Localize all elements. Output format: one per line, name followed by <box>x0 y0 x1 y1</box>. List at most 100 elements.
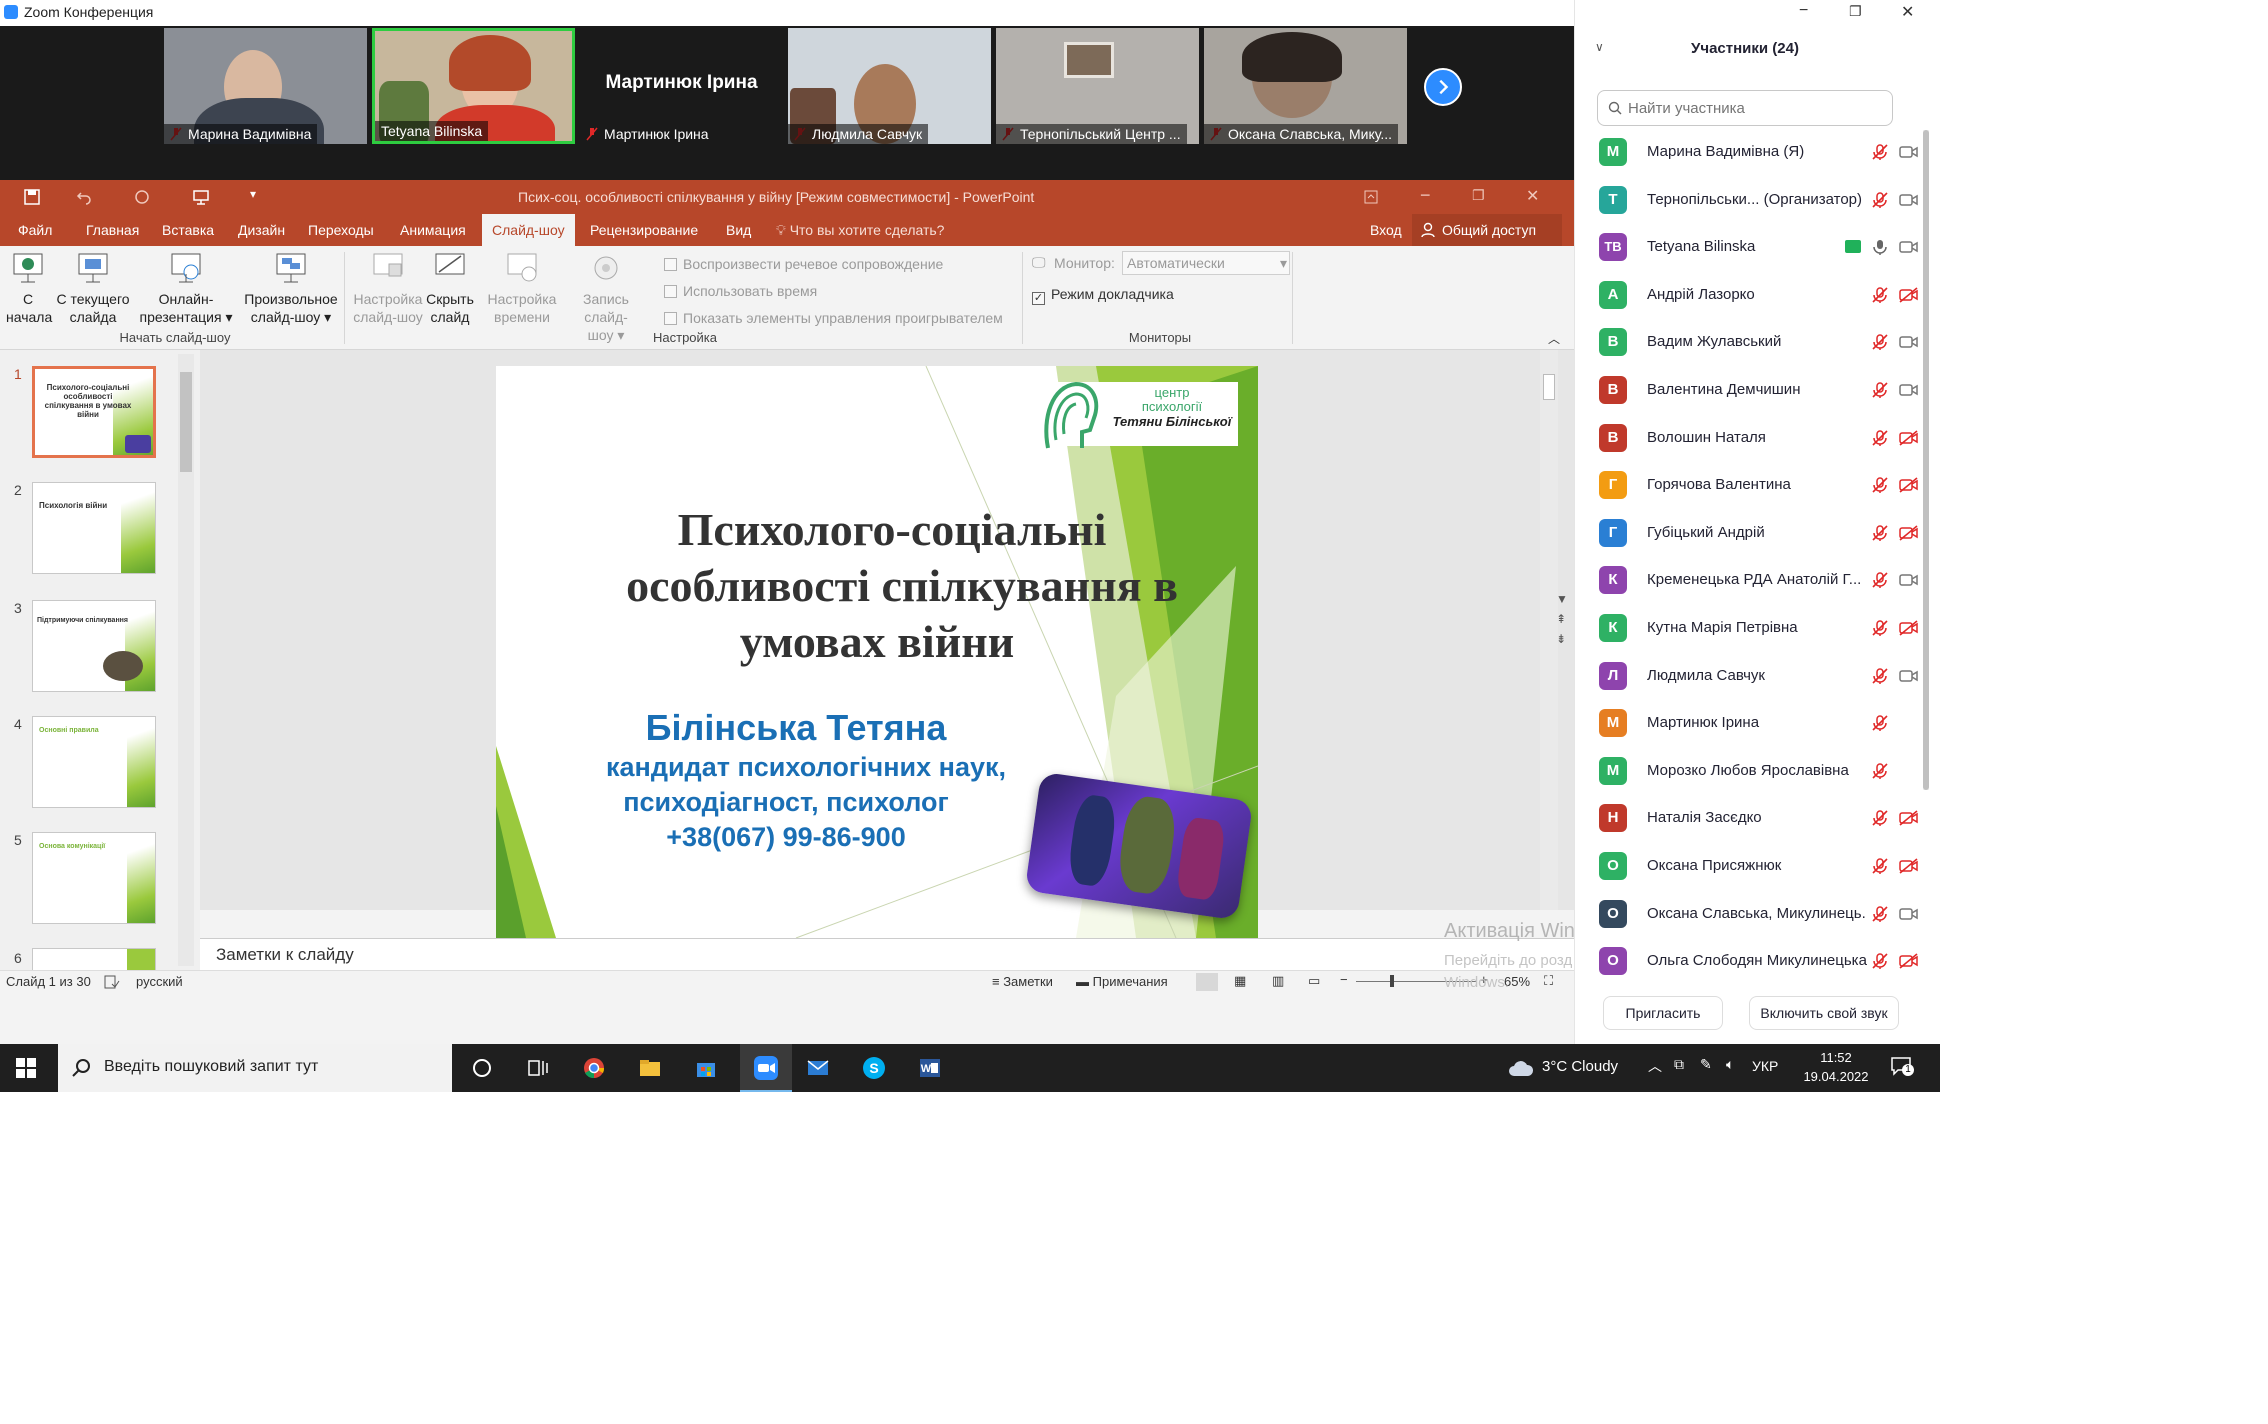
participant-row[interactable]: Л Людмила Савчук <box>1599 658 1918 694</box>
tab-design[interactable]: Дизайн <box>238 222 285 238</box>
current-slide[interactable]: центр психології Тетяни Білінської Психо… <box>496 366 1258 938</box>
video-icon[interactable] <box>1899 192 1919 208</box>
participant-row[interactable]: Н Наталія Засєдко <box>1599 800 1918 836</box>
video-off-icon[interactable] <box>1899 858 1919 874</box>
mic-icon[interactable] <box>1871 238 1889 256</box>
fit-slide-icon[interactable]: ⛶ <box>1544 973 1553 989</box>
notes-toggle[interactable]: ≡ Заметки <box>992 974 1053 989</box>
slide-thumb[interactable]: Основні правила <box>32 716 156 808</box>
video-tile[interactable]: Марина Вадимівна <box>164 28 367 144</box>
thumbs-scrollbar[interactable] <box>178 354 194 966</box>
volume-icon[interactable]: 🔈︎ <box>1726 1056 1734 1073</box>
slideshow-view-icon[interactable]: ▭ <box>1308 973 1320 989</box>
video-tile-name-only[interactable]: Мартинюк Ірина Мартинюк Ірина <box>580 28 783 144</box>
video-icon[interactable] <box>1899 382 1919 398</box>
muted-mic-icon[interactable] <box>1871 571 1889 589</box>
muted-mic-icon[interactable] <box>1871 619 1889 637</box>
windows-start-icon[interactable] <box>16 1058 36 1078</box>
participant-row[interactable]: М Морозко Любов Ярославівна <box>1599 753 1899 789</box>
notifications-button[interactable]: 1 <box>1890 1056 1914 1078</box>
reading-view-icon[interactable]: ▥ <box>1272 973 1284 989</box>
video-tile[interactable]: Людмила Савчук <box>788 28 991 144</box>
restore-icon[interactable]: ❐ <box>1849 3 1862 20</box>
sorter-view-icon[interactable]: ▦ <box>1234 973 1246 989</box>
close-icon[interactable]: ✕ <box>1526 186 1539 206</box>
tab-animation[interactable]: Анимация <box>400 222 466 238</box>
skype-icon[interactable]: S <box>862 1056 886 1080</box>
participant-row[interactable]: В Волошин Наталя <box>1599 420 1918 456</box>
collapse-ribbon-icon[interactable]: ︿ <box>1548 330 1560 347</box>
participant-row[interactable]: Г Горячова Валентина <box>1599 467 1918 503</box>
muted-mic-icon[interactable] <box>1871 333 1889 351</box>
editor-scrollbar[interactable] <box>1540 350 1558 910</box>
participant-row[interactable]: О Оксана Присяжнюк <box>1599 848 1918 884</box>
sign-in-link[interactable]: Вход <box>1370 222 1402 238</box>
hide-slide-button[interactable]: Скрыть слайд <box>424 250 476 326</box>
video-icon[interactable] <box>1899 144 1919 160</box>
muted-mic-icon[interactable] <box>1871 857 1889 875</box>
muted-mic-icon[interactable] <box>1871 809 1889 827</box>
participant-row[interactable]: О Оксана Славська, Микулинець... <box>1599 896 1918 932</box>
muted-mic-icon[interactable] <box>1871 762 1889 780</box>
participant-row[interactable]: В Валентина Демчишин <box>1599 372 1918 408</box>
video-off-icon[interactable] <box>1899 810 1919 827</box>
scroll-thumb[interactable] <box>180 372 192 472</box>
video-icon[interactable] <box>1899 572 1919 588</box>
muted-mic-icon[interactable] <box>1871 667 1889 685</box>
video-icon[interactable] <box>1899 668 1919 684</box>
chrome-icon[interactable] <box>582 1056 606 1080</box>
chk-player-controls[interactable]: Показать элементы управления проигрывате… <box>664 310 1003 326</box>
video-icon[interactable] <box>1899 334 1919 350</box>
scroll-thumb[interactable] <box>1923 130 1929 790</box>
redo-icon[interactable] <box>134 189 150 205</box>
tab-view[interactable]: Вид <box>726 222 751 238</box>
muted-mic-icon[interactable] <box>1871 429 1889 447</box>
pen-icon[interactable]: ✎ <box>1700 1056 1712 1073</box>
clock[interactable]: 11:52 19.04.2022 <box>1796 1048 1876 1086</box>
monitor-select[interactable]: Автоматически ▾ <box>1122 251 1290 275</box>
muted-mic-icon[interactable] <box>1871 524 1889 542</box>
video-off-icon[interactable] <box>1899 477 1919 493</box>
video-tile[interactable]: Оксана Славська, Мику... <box>1204 28 1407 144</box>
word-icon[interactable]: W <box>918 1056 942 1080</box>
participant-search-input[interactable]: Найти участника <box>1597 90 1893 126</box>
slide-thumb[interactable]: Підтримуючи спілкування <box>32 600 156 692</box>
file-explorer-icon[interactable] <box>638 1056 662 1080</box>
muted-mic-icon[interactable] <box>1871 191 1889 209</box>
restore-icon[interactable]: ❐ <box>1472 187 1485 204</box>
setup-slideshow-button[interactable]: Настройка слайд-шоу <box>350 250 426 326</box>
custom-slideshow-button[interactable]: Произвольное слайд-шоу ▾ <box>236 250 346 326</box>
network-icon[interactable]: ⧉ <box>1674 1056 1684 1073</box>
muted-mic-icon[interactable] <box>1871 381 1889 399</box>
participant-row[interactable]: М Мартинюк Ірина <box>1599 705 1899 741</box>
start-slideshow-icon[interactable] <box>192 188 210 206</box>
video-off-icon[interactable] <box>1899 429 1919 446</box>
prev-slide-icon[interactable]: ⇞ <box>1556 612 1566 626</box>
zoom-out-icon[interactable]: − <box>1340 972 1348 987</box>
share-button[interactable]: Общий доступ <box>1412 214 1562 246</box>
chk-narration[interactable]: Воспроизвести речевое сопровождение <box>664 256 943 272</box>
participants-scrollbar[interactable] <box>1923 130 1929 790</box>
muted-mic-icon[interactable] <box>1871 476 1889 494</box>
participant-row[interactable]: TB Tetyana Bilinska <box>1599 229 1918 265</box>
video-off-icon[interactable] <box>1899 287 1919 303</box>
video-off-icon[interactable] <box>1899 620 1919 636</box>
normal-view-icon[interactable] <box>1196 973 1218 991</box>
rehearse-timings-button[interactable]: Настройка времени <box>484 250 560 326</box>
close-icon[interactable]: ✕ <box>1901 2 1914 22</box>
undo-icon[interactable] <box>76 189 92 205</box>
participant-row[interactable]: Т Тернопільськи... (Организатор) <box>1599 182 1918 218</box>
zoom-slider-thumb[interactable] <box>1390 975 1394 987</box>
cortana-icon[interactable] <box>470 1056 494 1080</box>
muted-mic-icon[interactable] <box>1871 143 1889 161</box>
tell-me-box[interactable]: 💡︎ Что вы хотите сделать? <box>776 222 944 239</box>
muted-mic-icon[interactable] <box>1871 714 1889 732</box>
store-icon[interactable] <box>694 1056 718 1080</box>
muted-mic-icon[interactable] <box>1871 952 1889 970</box>
video-off-icon[interactable] <box>1899 953 1919 969</box>
participant-row[interactable]: К Кутна Марія Петрівна <box>1599 610 1918 646</box>
tab-review[interactable]: Рецензирование <box>590 222 698 238</box>
slide-thumb[interactable]: Основа комунікації <box>32 832 156 924</box>
ribbon-display-icon[interactable] <box>1364 190 1378 204</box>
chk-timings[interactable]: Использовать время <box>664 283 817 299</box>
